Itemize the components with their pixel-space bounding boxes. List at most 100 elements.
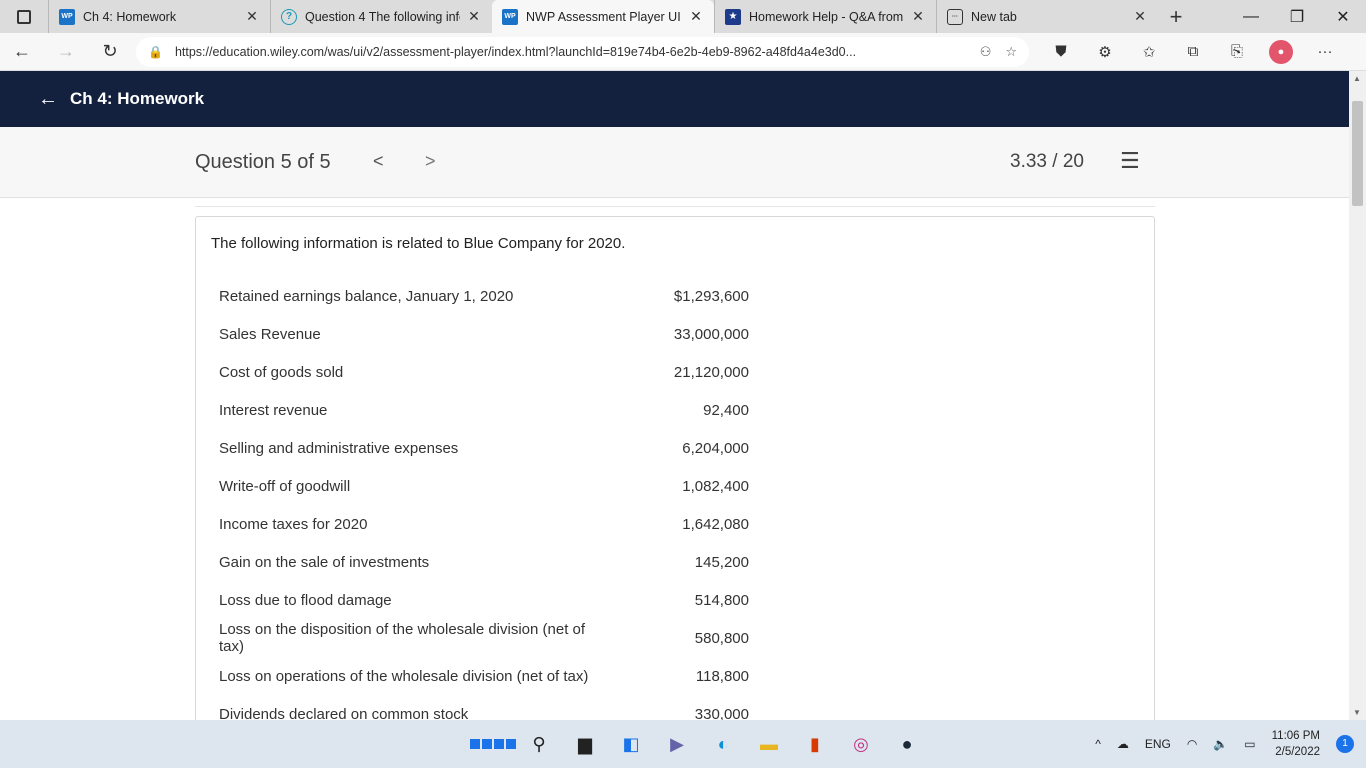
clock-date: 2/5/2022: [1275, 746, 1320, 758]
table-row: Gain on the sale of investments 145,200: [219, 543, 749, 581]
wifi-icon[interactable]: ◠: [1187, 737, 1197, 751]
show-hidden-icons[interactable]: ^: [1095, 737, 1101, 751]
row-value: 514,800: [694, 591, 749, 609]
row-label: Cost of goods sold: [219, 363, 344, 381]
address-bar[interactable]: 🔒 https://education.wiley.com/was/ui/v2/…: [136, 36, 1029, 67]
window-controls: — ❐ ✕: [1228, 0, 1366, 33]
question-navigation-bar: Question 5 of 5 < > 3.33 / 20 ☰: [0, 127, 1349, 198]
table-row: Selling and administrative expenses 6,204…: [219, 429, 749, 467]
task-view-icon[interactable]: ▆: [562, 724, 608, 764]
browser-tab[interactable]: ★ Homework Help - Q&A from ✕: [714, 0, 936, 33]
new-tab-favicon-icon: ···: [947, 8, 963, 25]
extensions-icon[interactable]: ⚙: [1083, 43, 1127, 61]
wp-favicon-icon: WP: [502, 8, 518, 25]
start-button[interactable]: [470, 724, 516, 764]
tab-label: NWP Assessment Player UI A: [526, 9, 682, 24]
close-tab-icon[interactable]: ✕: [910, 8, 926, 25]
data-table: Retained earnings balance, January 1, 20…: [219, 277, 749, 721]
instagram-icon[interactable]: ◎: [838, 724, 884, 764]
row-label: Gain on the sale of investments: [219, 553, 430, 571]
back-icon[interactable]: ←: [0, 41, 44, 62]
language-indicator[interactable]: ENG: [1145, 737, 1171, 751]
question-intro: The following information is related to …: [211, 235, 626, 252]
scrollbar-thumb[interactable]: [1352, 101, 1363, 206]
wp-favicon-icon: WP: [59, 8, 75, 25]
row-value: 145,200: [694, 553, 749, 571]
lock-icon[interactable]: 🔒: [148, 45, 163, 59]
profile-avatar[interactable]: ●: [1259, 39, 1303, 64]
row-label: Write-off of goodwill: [219, 477, 351, 495]
assignment-title[interactable]: Ch 4: Homework: [70, 89, 204, 109]
office-icon[interactable]: ▮: [792, 724, 838, 764]
question-content: The following information is related to …: [0, 198, 1349, 720]
file-explorer-icon[interactable]: ▬: [746, 724, 792, 764]
scroll-up-icon[interactable]: ▲: [1353, 74, 1361, 83]
steam-icon[interactable]: ●: [884, 724, 930, 764]
row-label: Loss on operations of the wholesale divi…: [219, 667, 589, 685]
more-options-icon[interactable]: ···: [1303, 43, 1347, 60]
refresh-icon[interactable]: ↻: [88, 41, 132, 62]
tab-label: Ch 4: Homework: [83, 9, 177, 24]
table-row: Loss on the disposition of the wholesale…: [219, 619, 749, 657]
close-tab-icon[interactable]: ✕: [466, 8, 482, 25]
question-card: The following information is related to …: [195, 216, 1155, 720]
battery-icon[interactable]: ▭: [1244, 737, 1255, 751]
row-label: Sales Revenue: [219, 325, 321, 343]
row-label: Income taxes for 2020: [219, 515, 368, 533]
collections-icon[interactable]: ⧉: [1171, 43, 1215, 60]
back-arrow-icon[interactable]: ←: [38, 88, 58, 111]
tab-actions-button[interactable]: [0, 0, 48, 33]
avatar-icon: ●: [1269, 39, 1293, 64]
star-favicon-icon: ★: [725, 8, 741, 25]
system-clock[interactable]: 11:06 PM 2/5/2022: [1272, 728, 1320, 760]
row-label: Retained earnings balance, January 1, 20…: [219, 287, 514, 305]
add-favorite-icon[interactable]: ☆: [1005, 44, 1017, 60]
new-tab-button[interactable]: +: [1158, 0, 1194, 33]
teams-chat-icon[interactable]: ▶: [654, 724, 700, 764]
question-counter: Question 5 of 5: [195, 151, 331, 173]
close-tab-icon[interactable]: ✕: [1132, 8, 1148, 25]
browser-tab[interactable]: ? Question 4 The following info ✕: [270, 0, 492, 33]
page-scrollbar[interactable]: ▲ ▼: [1349, 71, 1366, 720]
browser-tab[interactable]: WP Ch 4: Homework ✕: [48, 0, 270, 33]
url-text[interactable]: https://education.wiley.com/was/ui/v2/as…: [175, 45, 966, 59]
clock-time: 11:06 PM: [1271, 730, 1320, 742]
table-row: Income taxes for 2020 1,642,080: [219, 505, 749, 543]
score-display: 3.33 / 20: [1010, 151, 1084, 172]
volume-icon[interactable]: 🔈: [1213, 737, 1228, 751]
close-tab-icon[interactable]: ✕: [688, 8, 704, 25]
browser-tab[interactable]: ··· New tab ✕: [936, 0, 1158, 33]
scroll-down-icon[interactable]: ▼: [1353, 708, 1361, 717]
table-row: Interest revenue 92,400: [219, 391, 749, 429]
edge-browser-icon[interactable]: ◐: [700, 724, 746, 764]
notification-badge[interactable]: 1: [1336, 735, 1354, 753]
question-list-icon[interactable]: ☰: [1120, 148, 1140, 174]
row-value: 6,204,000: [682, 439, 749, 457]
row-label: Loss on the disposition of the wholesale…: [219, 621, 586, 655]
close-tab-icon[interactable]: ✕: [244, 8, 260, 25]
close-window-icon[interactable]: ✕: [1320, 0, 1366, 33]
row-value: $1,293,600: [673, 287, 749, 305]
table-row: Write-off of goodwill 1,082,400: [219, 467, 749, 505]
favorites-icon[interactable]: ✩: [1127, 43, 1171, 61]
restore-icon[interactable]: ❐: [1274, 0, 1320, 33]
row-value: 1,642,080: [682, 515, 749, 533]
table-row: Retained earnings balance, January 1, 20…: [219, 277, 749, 315]
previous-question-icon[interactable]: <: [373, 151, 384, 172]
row-value: 330,000: [694, 705, 749, 721]
row-value: 1,082,400: [682, 477, 749, 495]
table-row: Loss due to flood damage 514,800: [219, 581, 749, 619]
tab-label: New tab: [971, 9, 1017, 24]
windows-taskbar: ⚲ ▆ ◧ ▶ ◐ ▬ ▮ ◎ ● ^ ☁ ENG ◠ 🔈 ▭ 11:06 PM…: [0, 720, 1366, 768]
sync-icon[interactable]: ⎘: [1215, 43, 1259, 60]
widgets-icon[interactable]: ◧: [608, 724, 654, 764]
row-label: Selling and administrative expenses: [219, 439, 459, 457]
user-tracking-icon[interactable]: ⚇: [980, 44, 992, 60]
onedrive-icon[interactable]: ☁: [1117, 737, 1129, 751]
next-question-icon[interactable]: >: [425, 151, 436, 172]
search-icon[interactable]: ⚲: [516, 724, 562, 764]
browser-tab-active[interactable]: WP NWP Assessment Player UI A ✕: [492, 0, 714, 33]
minimize-icon[interactable]: —: [1228, 0, 1274, 33]
shield-extension-icon[interactable]: ⛊: [1039, 43, 1083, 60]
forward-icon[interactable]: →: [44, 41, 88, 62]
